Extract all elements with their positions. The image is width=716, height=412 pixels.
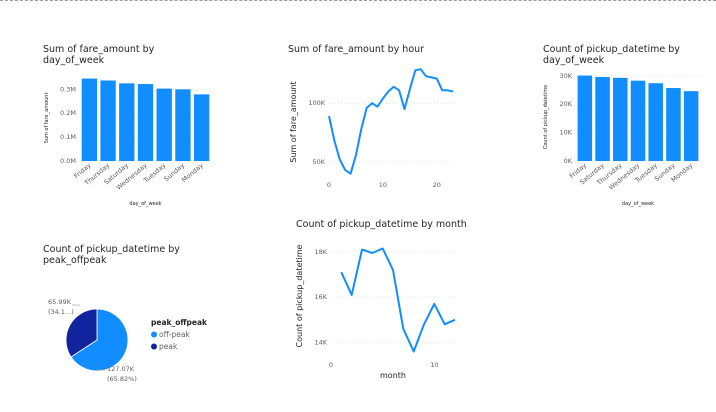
bar-chart-count-by-day: 0K10K20K30KFridaySaturdayThursdayWednesd…	[543, 72, 700, 207]
bar	[648, 83, 663, 161]
x-tick-label: 20	[433, 181, 441, 188]
y-axis-title: Count of pickup_datetime	[295, 244, 304, 347]
line-chart-fare-by-hour: 50K100K01020hourSum of fare_amount	[289, 68, 454, 188]
y-tick-label: 18K	[314, 248, 327, 256]
x-axis-title: day_of_week	[622, 201, 654, 207]
bar	[613, 77, 628, 161]
bar	[81, 78, 98, 161]
x-axis-title: month	[380, 371, 406, 380]
bar	[137, 84, 154, 161]
bar	[630, 80, 646, 161]
x-tick-label: 0	[327, 181, 331, 188]
visual-count-by-month[interactable]: Count of pickup_datetime by month 14K 16K…	[290, 212, 470, 390]
bar	[119, 83, 135, 161]
legend-marker	[151, 343, 157, 350]
legend-item-label: off-peak	[159, 330, 190, 339]
bar	[156, 88, 172, 161]
visual-fare-by-day[interactable]: Sum of fare_amount by day_of_week 0.0M 0.…	[38, 38, 218, 213]
y-tick-label: 10K	[559, 129, 572, 137]
y-tick-label: 0.0M	[60, 157, 76, 165]
y-tick-label: 0.3M	[60, 85, 76, 93]
visual-count-by-peak[interactable]: Count of pickup_datetime by peak_offpeak…	[38, 238, 228, 388]
bar	[683, 91, 699, 161]
bar	[175, 89, 191, 161]
legend-marker	[151, 331, 157, 338]
x-tick-label: 10	[430, 361, 438, 369]
bar	[193, 94, 210, 161]
y-tick-label: 100K	[308, 99, 325, 107]
legend-item-label: peak	[159, 342, 178, 351]
y-tick-label: 50K	[312, 158, 325, 166]
series-line	[340, 247, 456, 353]
y-tick-label: 0.2M	[60, 109, 76, 117]
y-axis-title: Sum of fare_amount	[44, 93, 50, 144]
series-line	[328, 68, 454, 175]
x-tick-label: 0	[329, 361, 333, 369]
bar	[577, 75, 593, 161]
x-axis-title: day_of_week	[129, 201, 161, 207]
bar	[595, 76, 610, 161]
x-tick-label: 10	[379, 181, 387, 188]
line-chart-count-by-month: 14K 16K 18K 0 10 month Count of pickup_datetim…	[295, 244, 456, 380]
data-label-percent: (65.82%)	[107, 375, 137, 383]
bar-chart-fare-by-day: 0.0M0.1M0.2M0.3MFridayThursdaySaturdayWe…	[44, 78, 211, 207]
data-label-value: 127.07K	[107, 365, 135, 373]
y-axis-title: Count of pickup_datetime	[543, 85, 549, 149]
data-label-percent: (34.1...)	[48, 308, 74, 316]
y-tick-label: 0K	[564, 157, 573, 165]
bar	[666, 88, 681, 161]
visual-fare-by-hour[interactable]: Sum of fare_amount by hour 50K100K01020h…	[282, 38, 472, 188]
bar	[100, 80, 116, 161]
visual-count-by-day[interactable]: Count of pickup_datetime by day_of_week …	[538, 38, 716, 213]
legend-title: peak_offpeak	[151, 318, 208, 327]
y-tick-label: 14K	[314, 338, 327, 346]
data-label-value: 65.99K	[48, 298, 72, 306]
y-tick-label: 20K	[559, 100, 572, 108]
pie-chart-count-by-peak: 65.99K (34.1...) 127.07K (65.82%) peak_offpe…	[48, 298, 208, 383]
y-tick-label: 0.1M	[60, 133, 76, 141]
y-tick-label: 30K	[559, 72, 572, 80]
y-axis-title: Sum of fare_amount	[289, 81, 298, 162]
canvas-top-border	[0, 0, 716, 2]
y-tick-label: 16K	[314, 293, 327, 301]
